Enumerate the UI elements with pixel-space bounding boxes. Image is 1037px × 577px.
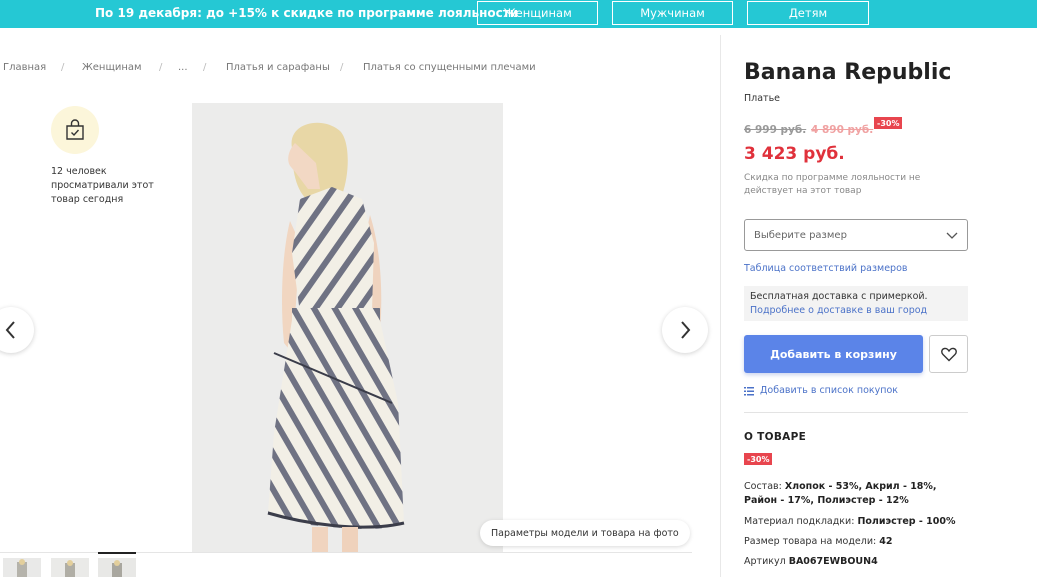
discount-badge: -30% — [874, 117, 903, 129]
breadcrumb-separator: / — [61, 62, 65, 73]
original-price: 6 999 руб. — [744, 124, 807, 136]
about-product-title: О ТОВАРЕ — [744, 431, 807, 443]
add-to-cart-button[interactable]: Добавить в корзину — [744, 335, 923, 373]
breadcrumb-home[interactable]: Главная — [3, 62, 46, 73]
breadcrumb-women[interactable]: Женщинам — [82, 62, 142, 73]
article-spec: Артикул BA067EWBOUN4 — [744, 555, 878, 569]
wishlist-button[interactable] — [929, 335, 968, 373]
add-to-shopping-list[interactable]: Добавить в список покупок — [744, 385, 898, 396]
size-select[interactable]: Выберите размер — [744, 219, 968, 251]
chevron-left-icon — [5, 321, 15, 339]
breadcrumb-separator: / — [159, 62, 163, 73]
thumbnail-3[interactable] — [98, 558, 136, 577]
next-photo-button[interactable] — [662, 307, 708, 353]
breadcrumb-ellipsis[interactable]: ... — [178, 62, 188, 73]
loyalty-promo-text: По 19 декабря: до +15% к скидке по прогр… — [95, 6, 519, 20]
shopping-bag-check-icon — [66, 119, 84, 140]
viewers-badge — [51, 106, 99, 154]
size-table-link[interactable]: Таблица соответствий размеров — [744, 263, 907, 274]
active-thumbnail-indicator — [98, 552, 136, 554]
model-size-label: Размер товара на модели: — [744, 536, 877, 547]
banner-link-women[interactable]: Женщинам — [477, 1, 598, 25]
prev-photo-button[interactable] — [0, 307, 34, 353]
composition-spec: Состав: Хлопок - 53%, Акрил - 18%, Район… — [744, 480, 969, 508]
lining-spec: Материал подкладки: Полиэстер - 100% — [744, 515, 955, 529]
viewers-count-text: 12 человек просматривали этот товар сего… — [51, 166, 154, 205]
banner-link-men[interactable]: Мужчинам — [612, 1, 733, 25]
lining-label: Материал подкладки: — [744, 516, 855, 527]
list-icon — [744, 386, 754, 395]
chevron-down-icon — [946, 232, 958, 239]
size-select-placeholder: Выберите размер — [754, 229, 847, 241]
lining-value: Полиэстер - 100% — [857, 516, 956, 527]
model-size-spec: Размер товара на модели: 42 — [744, 535, 892, 549]
thumbnail-image — [98, 558, 136, 577]
breadcrumb-off-shoulder-dresses[interactable]: Платья со спущенными плечами — [363, 62, 536, 73]
heart-icon — [940, 347, 957, 361]
article-value: BA067EWBOUN4 — [788, 556, 878, 567]
composition-label: Состав: — [744, 481, 782, 492]
breadcrumb-separator: / — [340, 62, 344, 73]
product-photo[interactable] — [192, 103, 503, 552]
thumbnail-1[interactable] — [3, 558, 41, 577]
thumbnail-2[interactable] — [51, 558, 89, 577]
top-banner: По 19 декабря: до +15% к скидке по прогр… — [0, 0, 1037, 28]
thumbnail-image — [51, 558, 89, 577]
model-params-button[interactable]: Параметры модели и товара на фото — [480, 520, 690, 546]
banner-link-kids[interactable]: Детям — [747, 1, 869, 25]
about-discount-badge: -30% — [744, 453, 773, 465]
section-divider — [744, 412, 968, 413]
delivery-details-link[interactable]: Подробнее о доставке в ваш город — [750, 304, 962, 318]
add-to-shopping-list-label: Добавить в список покупок — [760, 385, 899, 396]
breadcrumb-separator: / — [203, 62, 207, 73]
thumbnail-image — [3, 558, 41, 577]
product-brand[interactable]: Banana Republic — [744, 60, 951, 85]
chevron-right-icon — [681, 321, 691, 339]
article-label: Артикул — [744, 556, 786, 567]
delivery-info: Бесплатная доставка с примеркой. Подробн… — [744, 286, 968, 321]
model-size-value: 42 — [879, 536, 893, 547]
delivery-text: Бесплатная доставка с примеркой. — [750, 291, 928, 302]
dress-model-image — [192, 103, 503, 552]
product-category: Платье — [744, 93, 781, 104]
previous-price: 4 890 руб. — [811, 124, 874, 136]
breadcrumb-dresses[interactable]: Платья и сарафаны — [226, 62, 330, 73]
loyalty-note: Скидка по программе лояльности не действ… — [744, 173, 921, 196]
current-price: 3 423 руб. — [744, 144, 845, 164]
panel-divider — [720, 35, 721, 577]
